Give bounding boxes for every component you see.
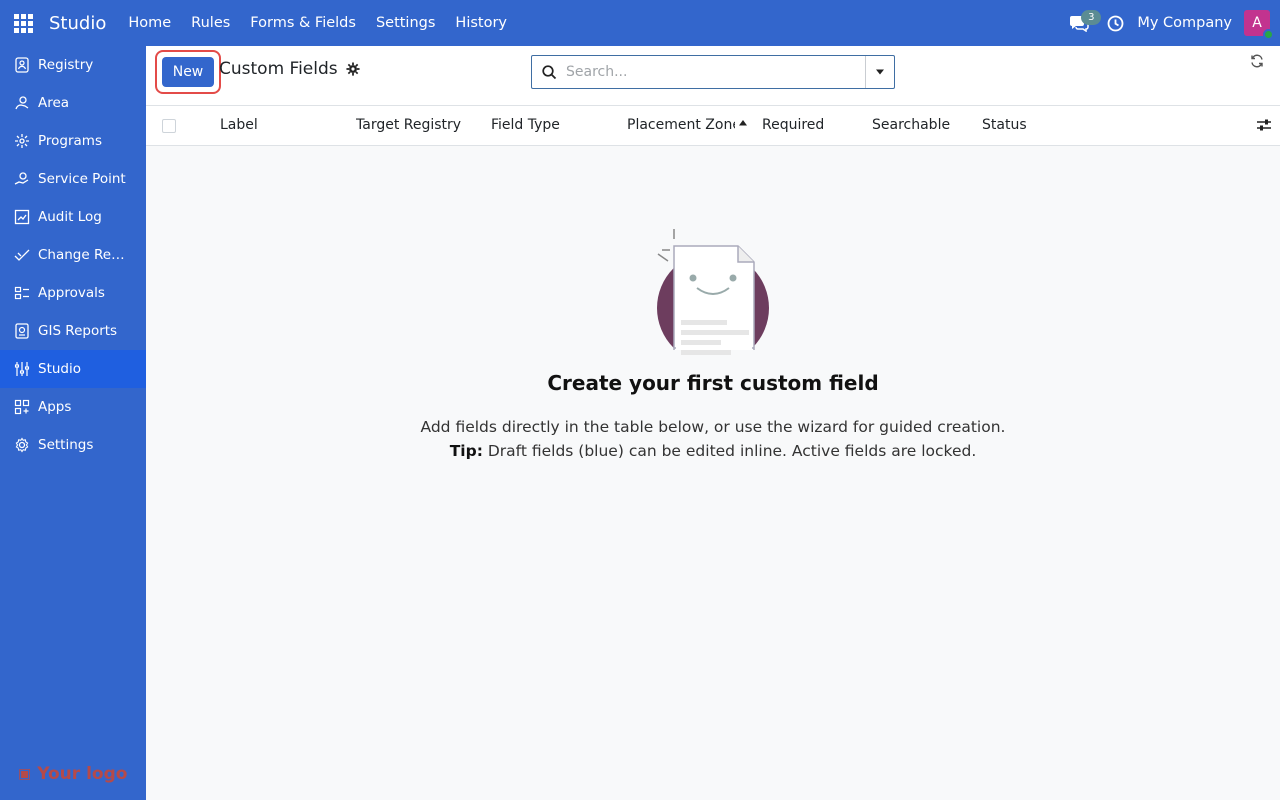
refresh-icon[interactable]	[1250, 54, 1264, 72]
gear-icon[interactable]	[346, 62, 360, 76]
sidebar-item-label: Change Req...	[38, 247, 132, 263]
column-required[interactable]: Required	[762, 106, 862, 145]
sidebar: Registry Area Programs Service Point Aud…	[0, 46, 146, 800]
search-input[interactable]	[566, 57, 865, 87]
tip-label: Tip:	[449, 442, 483, 460]
sidebar-item-label: Area	[38, 95, 70, 111]
programs-icon	[13, 132, 31, 150]
sidebar-item-settings[interactable]: Settings	[0, 426, 146, 464]
nav-forms-fields[interactable]: Forms & Fields	[240, 0, 366, 46]
main-content: New Custom Fields Label Target Registry …	[146, 46, 1280, 800]
sidebar-item-label: Studio	[38, 361, 81, 377]
breadcrumb-title: Custom Fields	[219, 59, 338, 79]
apps-icon	[13, 398, 31, 416]
sidebar-item-approvals[interactable]: Approvals	[0, 274, 146, 312]
settings-icon	[13, 436, 31, 454]
sidebar-item-label: Service Point	[38, 171, 126, 187]
chat-count-badge: 3	[1081, 10, 1102, 25]
sidebar-item-label: Registry	[38, 57, 94, 73]
select-all-checkbox[interactable]	[162, 119, 176, 133]
nav-home[interactable]: Home	[118, 0, 181, 46]
search-options-toggle[interactable]	[865, 56, 894, 88]
company-switcher[interactable]: My Company	[1137, 15, 1232, 31]
sidebar-item-label: Programs	[38, 133, 102, 149]
new-button-highlight: New	[155, 50, 221, 94]
gis-reports-icon	[13, 322, 31, 340]
activity-button[interactable]	[1097, 0, 1133, 46]
service-point-icon	[13, 170, 31, 188]
empty-state-title: Create your first custom field	[547, 371, 879, 395]
top-nav: Home Rules Forms & Fields Settings Histo…	[118, 0, 517, 46]
sidebar-item-audit-log[interactable]: Audit Log	[0, 198, 146, 236]
sidebar-item-registry[interactable]: Registry	[0, 46, 146, 84]
tip-text: Draft fields (blue) can be edited inline…	[482, 442, 977, 460]
list-header: Label Target Registry Field Type Placeme…	[146, 106, 1280, 146]
user-avatar[interactable]: A	[1244, 10, 1274, 40]
sidebar-item-label: GIS Reports	[38, 323, 118, 339]
logo-text: Your logo	[37, 764, 128, 784]
optional-columns-icon[interactable]	[1256, 118, 1272, 136]
approvals-icon	[13, 284, 31, 302]
column-placement-zone[interactable]: Placement Zone	[627, 106, 735, 145]
column-searchable[interactable]: Searchable	[872, 106, 972, 145]
sort-ascending-icon	[739, 120, 747, 126]
new-button[interactable]: New	[162, 57, 214, 87]
sidebar-item-programs[interactable]: Programs	[0, 122, 146, 160]
empty-state-description: Add fields directly in the table below, …	[146, 415, 1280, 463]
empty-state-line: Add fields directly in the table below, …	[420, 418, 1006, 436]
nav-settings[interactable]: Settings	[366, 0, 445, 46]
empty-state-illustration	[654, 228, 774, 368]
sidebar-item-label: Apps	[38, 399, 72, 415]
company-logo: ▣ Your logo	[18, 764, 127, 784]
sidebar-item-label: Settings	[38, 437, 94, 453]
top-navbar: Studio Home Rules Forms & Fields Setting…	[0, 0, 1280, 46]
column-target-registry[interactable]: Target Registry	[356, 106, 484, 145]
camera-icon: ▣	[18, 766, 32, 782]
app-menu-icon[interactable]	[0, 0, 46, 46]
column-field-type[interactable]: Field Type	[491, 106, 611, 145]
studio-icon	[13, 360, 31, 378]
nav-history[interactable]: History	[445, 0, 517, 46]
change-request-icon	[13, 246, 31, 264]
clock-icon	[1107, 15, 1124, 31]
online-status-dot	[1263, 29, 1274, 40]
column-label[interactable]: Label	[220, 106, 340, 145]
sidebar-item-change-requests[interactable]: Change Req...	[0, 236, 146, 274]
control-panel: New Custom Fields	[146, 46, 1280, 106]
empty-state-tip: Tip: Draft fields (blue) can be edited i…	[146, 439, 1280, 463]
search-icon	[532, 64, 566, 80]
column-status[interactable]: Status	[982, 106, 1082, 145]
sidebar-item-gis-reports[interactable]: GIS Reports	[0, 312, 146, 350]
sidebar-item-label: Approvals	[38, 285, 105, 301]
messaging-button[interactable]: 3	[1061, 0, 1102, 46]
app-name[interactable]: Studio	[49, 13, 106, 34]
systray: 3 My Company A	[1061, 0, 1280, 46]
sidebar-item-apps[interactable]: Apps	[0, 388, 146, 426]
audit-log-icon	[13, 208, 31, 226]
search-bar	[531, 55, 895, 89]
sidebar-item-label: Audit Log	[38, 209, 102, 225]
page-title: Custom Fields	[219, 59, 360, 79]
avatar-letter: A	[1252, 15, 1262, 31]
area-icon	[13, 94, 31, 112]
caret-down-icon	[876, 69, 884, 75]
sidebar-item-service-point[interactable]: Service Point	[0, 160, 146, 198]
nav-rules[interactable]: Rules	[181, 0, 240, 46]
sidebar-item-studio[interactable]: Studio	[0, 350, 146, 388]
registry-icon	[13, 56, 31, 74]
sidebar-item-area[interactable]: Area	[0, 84, 146, 122]
